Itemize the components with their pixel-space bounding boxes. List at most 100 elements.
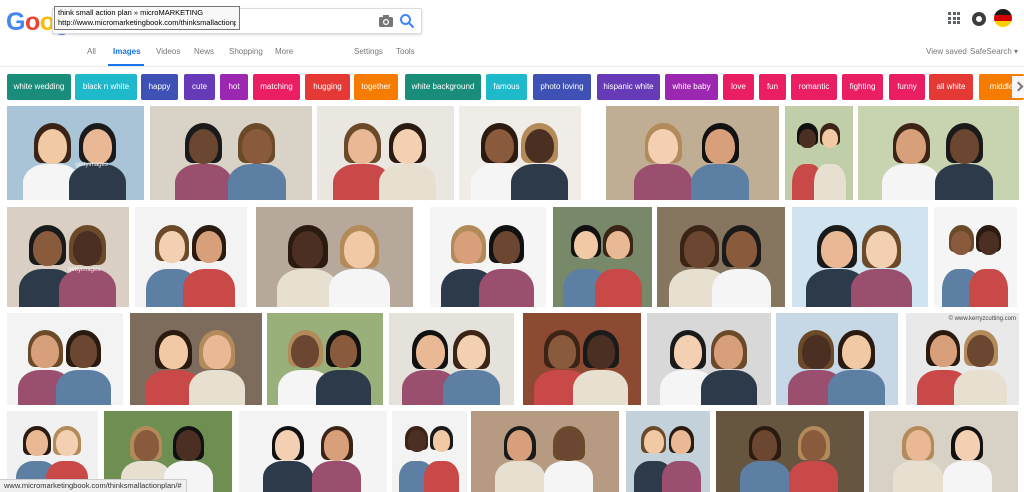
image-result[interactable]	[135, 207, 247, 307]
chip-matching[interactable]: matching	[253, 74, 300, 100]
image-result[interactable]	[130, 313, 262, 405]
chip-white-background[interactable]: white background	[405, 74, 481, 100]
chevron-right-icon[interactable]	[1012, 76, 1024, 98]
person-body	[263, 461, 313, 492]
person-body	[182, 269, 236, 307]
account-avatar[interactable]	[994, 9, 1012, 27]
image-result[interactable]	[553, 207, 652, 307]
image-result[interactable]	[858, 106, 1019, 200]
person-face	[432, 430, 451, 452]
chip-black-n-white[interactable]: black n white	[75, 74, 137, 100]
person-body	[495, 461, 545, 492]
chip-romantic[interactable]: romantic	[791, 74, 837, 100]
person-body	[740, 461, 790, 492]
tab-tools[interactable]: Tools	[396, 47, 415, 56]
image-result[interactable]	[471, 411, 619, 492]
view-saved-link[interactable]: View saved	[926, 47, 967, 56]
watermark: gettyimages	[68, 267, 101, 273]
tab-images[interactable]: Images	[113, 47, 141, 56]
search-icon[interactable]	[399, 13, 415, 29]
chip-cute[interactable]: cute	[184, 74, 215, 100]
image-result[interactable]	[256, 207, 413, 307]
image-result[interactable]	[239, 411, 387, 492]
image-result[interactable]	[150, 106, 312, 200]
chip-all-white[interactable]: all white	[929, 74, 973, 100]
person-face	[202, 335, 232, 370]
person-face	[821, 128, 838, 148]
person-face	[586, 335, 615, 369]
person-body	[691, 164, 749, 200]
chip-hugging[interactable]: hugging	[305, 74, 350, 100]
person-face	[133, 430, 159, 461]
image-result[interactable]: gettyimages	[7, 207, 129, 307]
person-face	[643, 430, 664, 455]
person-body	[58, 269, 117, 307]
image-result[interactable]	[785, 106, 853, 200]
person-face	[31, 335, 60, 369]
image-result[interactable]	[776, 313, 898, 405]
chip-white-wedding[interactable]: white wedding	[7, 74, 71, 100]
image-result[interactable]	[716, 411, 864, 492]
chip-happy[interactable]: happy	[141, 74, 178, 100]
chip-hispanic-white[interactable]: hispanic white	[597, 74, 660, 100]
person-face	[343, 231, 376, 269]
image-result[interactable]	[934, 207, 1017, 307]
person-face	[799, 128, 816, 148]
notifications-icon[interactable]	[972, 12, 986, 26]
person-body	[711, 269, 772, 307]
person-body	[851, 269, 913, 307]
image-result[interactable]	[392, 411, 467, 492]
tab-news[interactable]: News	[194, 47, 214, 56]
chip-funny[interactable]: funny	[889, 74, 925, 100]
person-body	[893, 461, 943, 492]
image-result[interactable]	[267, 313, 383, 405]
chip-photo-loving[interactable]: photo loving	[533, 74, 591, 100]
person-face	[188, 128, 219, 164]
person-body	[228, 164, 286, 200]
person-face	[978, 231, 999, 255]
tab-settings[interactable]: Settings	[354, 47, 383, 56]
image-result[interactable]	[792, 207, 928, 307]
image-result[interactable]	[317, 106, 454, 200]
tab-more[interactable]: More	[275, 47, 293, 56]
person-face	[821, 231, 853, 269]
chip-together[interactable]: together	[354, 74, 398, 100]
image-result[interactable]	[389, 313, 514, 405]
person-body	[443, 370, 500, 405]
image-result[interactable]	[647, 313, 771, 405]
image-result[interactable]	[7, 313, 123, 405]
person-face	[801, 335, 831, 370]
camera-icon[interactable]	[378, 13, 394, 29]
chip-white-baby[interactable]: white baby	[665, 74, 718, 100]
chip-hot[interactable]: hot	[220, 74, 248, 100]
image-result[interactable]	[459, 106, 581, 200]
image-result[interactable]	[430, 207, 546, 307]
chip-fighting[interactable]: fighting	[842, 74, 883, 100]
apps-grid-icon[interactable]	[948, 12, 960, 24]
person-body	[423, 461, 460, 492]
image-result[interactable]: © www.kerryzcutting.com	[906, 313, 1019, 405]
person-face	[56, 430, 78, 457]
image-result[interactable]	[606, 106, 779, 200]
status-bar-url: www.micromarketingbook.com/thinksmallact…	[0, 479, 187, 492]
image-result[interactable]	[869, 411, 1018, 492]
person-face	[524, 128, 555, 164]
image-result[interactable]	[626, 411, 710, 492]
chip-famous[interactable]: famous	[486, 74, 527, 100]
chip-fun[interactable]: fun	[759, 74, 786, 100]
person-body	[700, 370, 757, 405]
safesearch-link[interactable]: SafeSearch ▾	[970, 47, 1018, 56]
header-divider	[0, 66, 1024, 67]
person-body	[174, 164, 233, 200]
link-tooltip: think small action plan » microMARKETING…	[54, 6, 240, 30]
image-result[interactable]	[523, 313, 641, 405]
chip-love[interactable]: love	[723, 74, 754, 100]
tab-shopping[interactable]: Shopping	[229, 47, 263, 56]
tab-all[interactable]: All	[87, 47, 96, 56]
person-body	[882, 164, 940, 200]
tooltip-url: http://www.micromarketingbook.com/thinks…	[58, 18, 236, 27]
person-face	[954, 430, 980, 461]
tab-videos[interactable]: Videos	[156, 47, 180, 56]
image-result[interactable]: gettyimages	[7, 106, 144, 200]
image-result[interactable]	[657, 207, 785, 307]
